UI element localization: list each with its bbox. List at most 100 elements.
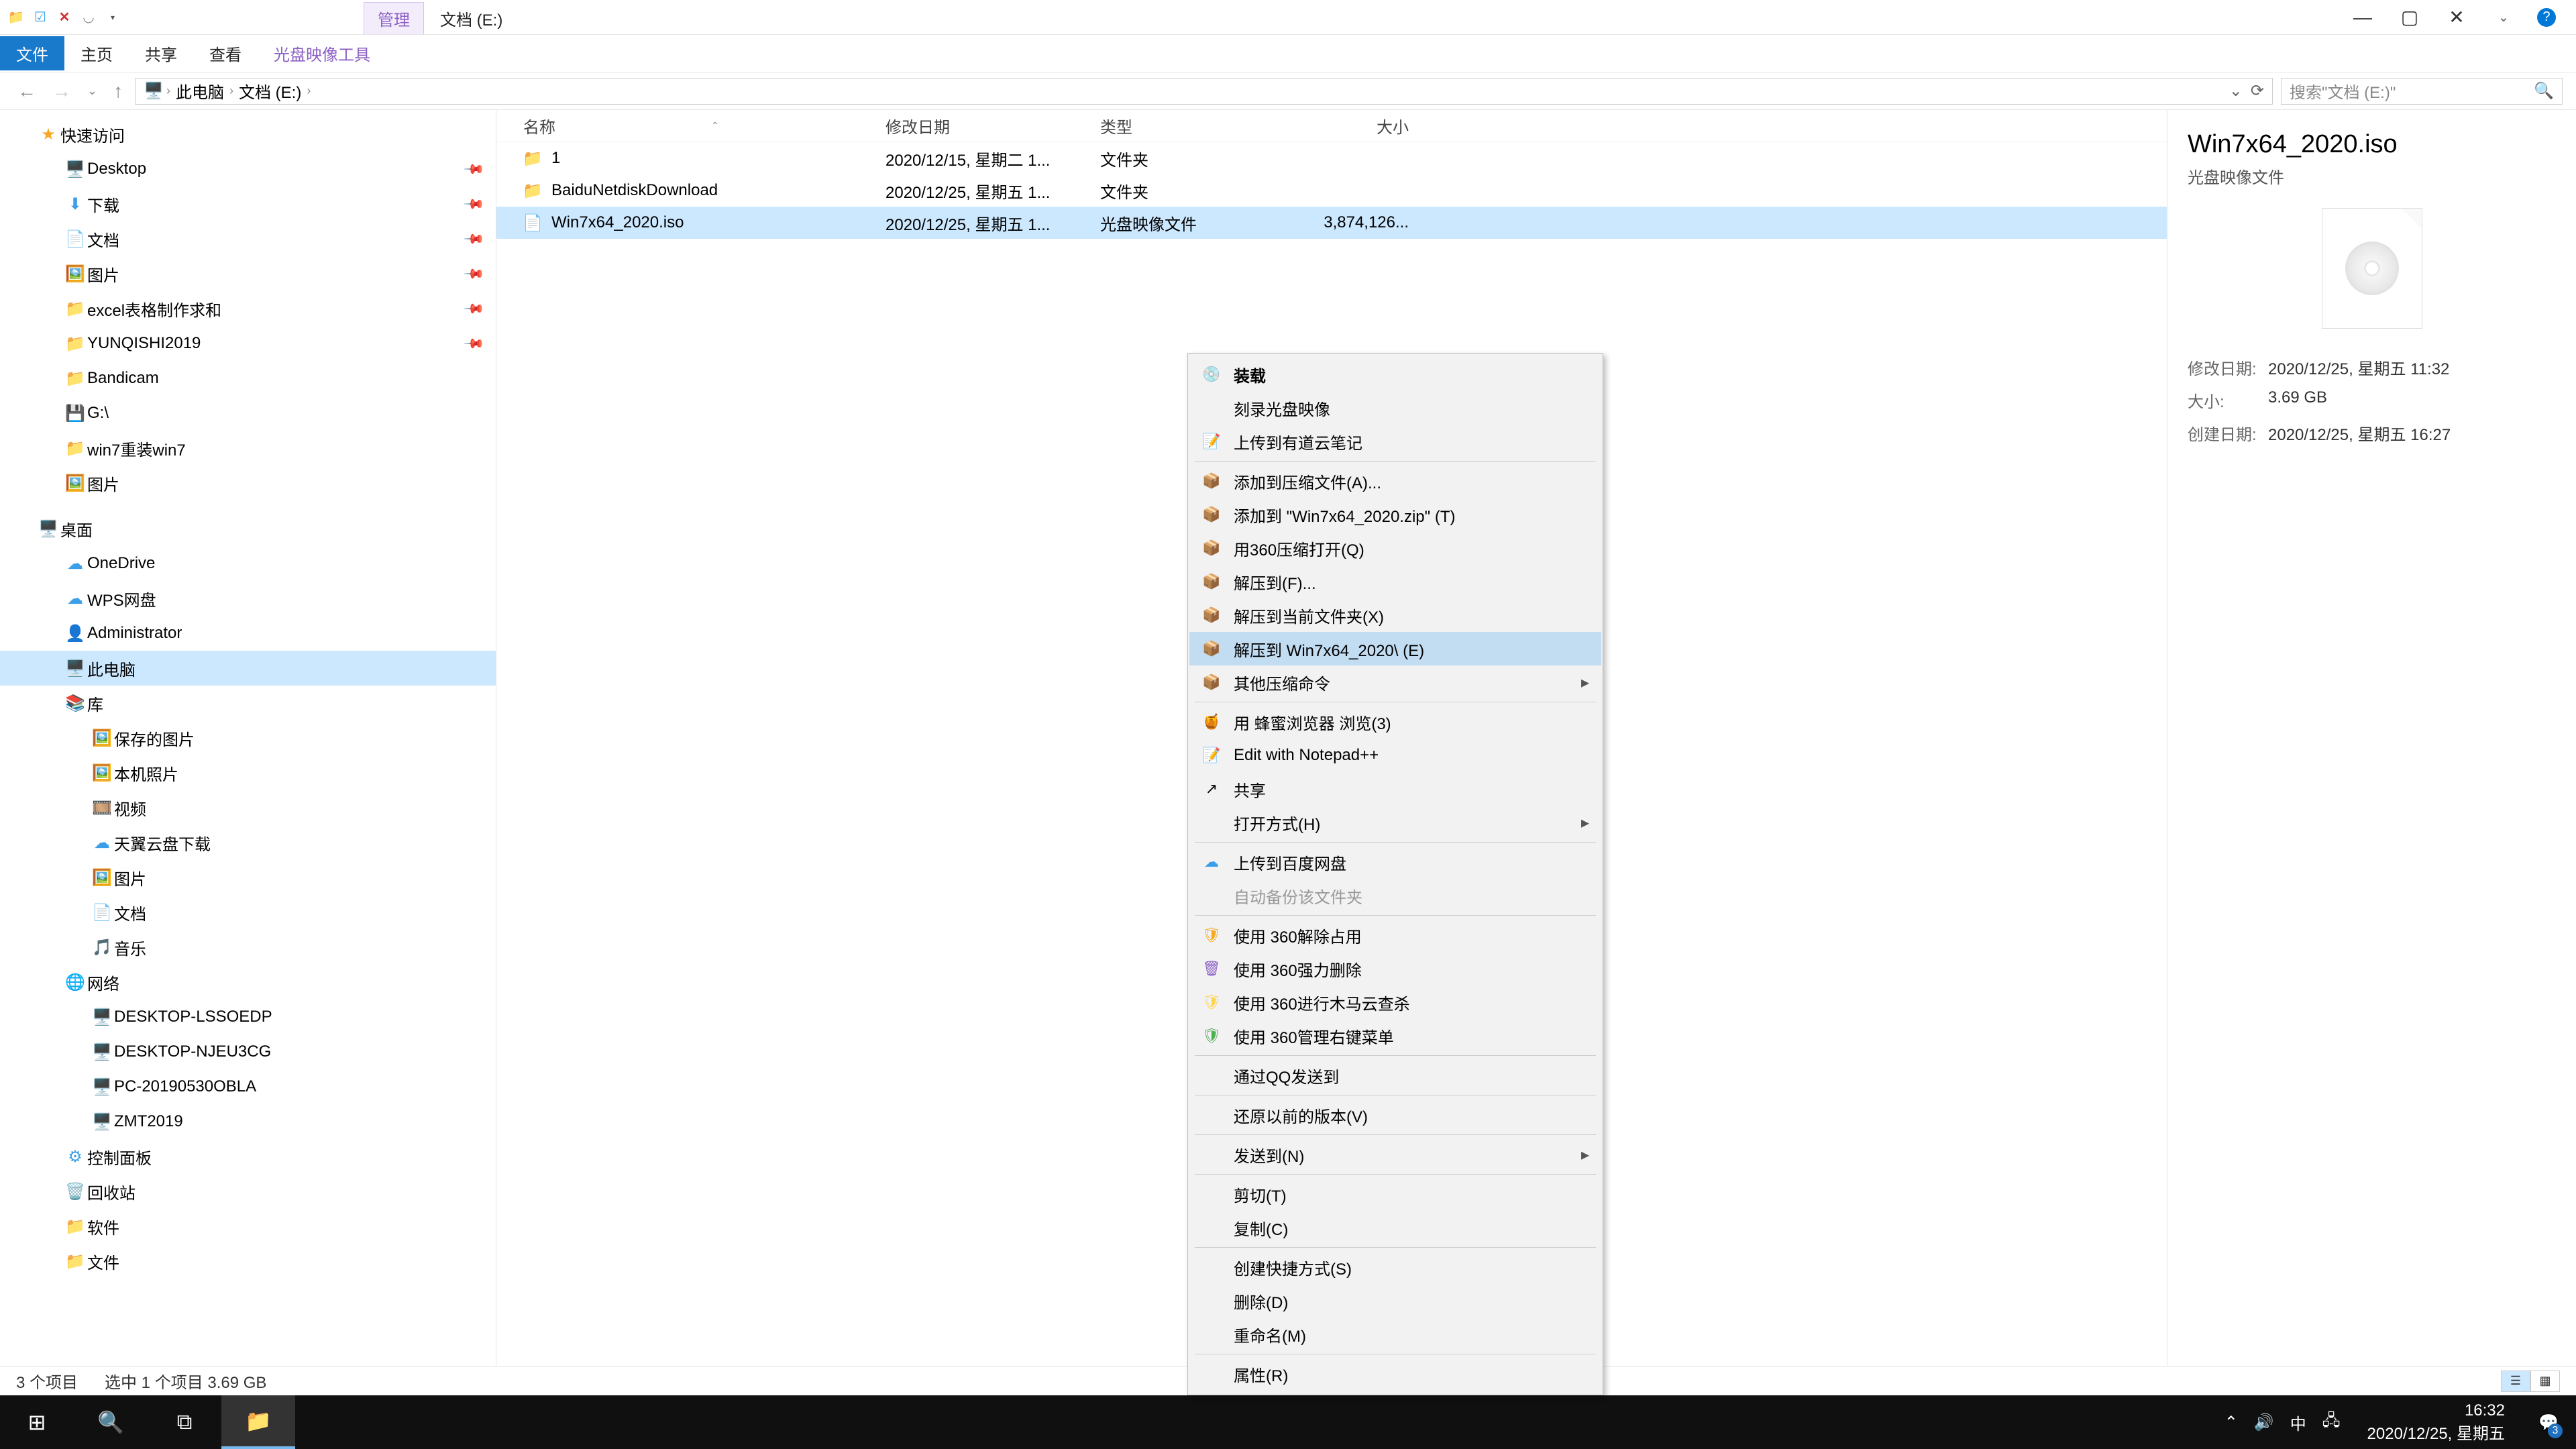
clock[interactable]: 16:32 2020/12/25, 星期五	[2357, 1401, 2516, 1444]
back-button[interactable]: ←	[13, 80, 40, 102]
context-menu-item[interactable]: 🍯用 蜂蜜浏览器 浏览(3)	[1189, 705, 1601, 739]
up-button[interactable]: ↑	[109, 80, 127, 102]
context-menu-item[interactable]: 复制(C)	[1189, 1211, 1601, 1244]
tree-item[interactable]: 🖥️DESKTOP-LSSOEDP	[0, 1000, 496, 1034]
tree-item[interactable]: 📁Bandicam	[0, 361, 496, 396]
start-button[interactable]: ⊞	[0, 1395, 74, 1449]
tray-chevron-icon[interactable]: ⌃	[2224, 1413, 2238, 1432]
volume-icon[interactable]: 🔊	[2254, 1413, 2274, 1432]
navigation-tree[interactable]: ★ 快速访问 🖥️Desktop📌⬇下载📌📄文档📌🖼️图片📌📁excel表格制作…	[0, 110, 496, 1366]
file-tab[interactable]: 文件	[0, 36, 64, 70]
context-menu-item[interactable]: 💿装载	[1189, 358, 1601, 391]
tree-item[interactable]: 📁win7重装win7	[0, 431, 496, 466]
share-tab[interactable]: 共享	[129, 36, 193, 70]
search-icon[interactable]: 🔍	[2534, 81, 2554, 101]
context-menu-item[interactable]: 通过QQ发送到	[1189, 1059, 1601, 1092]
file-row[interactable]: 📄Win7x64_2020.iso2020/12/25, 星期五 1...光盘映…	[496, 207, 2167, 239]
manage-tab[interactable]: 管理	[364, 2, 424, 34]
context-menu-item[interactable]: 📦解压到当前文件夹(X)	[1189, 598, 1601, 632]
tree-item[interactable]: 🖥️此电脑	[0, 651, 496, 686]
tree-item[interactable]: 🎞️视频	[0, 790, 496, 825]
maximize-button[interactable]: ▢	[2396, 6, 2423, 28]
tree-item[interactable]: ☁WPS网盘	[0, 581, 496, 616]
file-list[interactable]: 名称 ⌃ 修改日期 类型 大小 📁12020/12/15, 星期二 1...文件…	[496, 110, 2167, 1366]
context-menu-item[interactable]: 剪切(T)	[1189, 1177, 1601, 1211]
close-red-icon[interactable]: ✕	[55, 8, 74, 27]
ribbon-toggle-icon[interactable]: ⌄	[2490, 9, 2517, 25]
context-menu-item[interactable]: 还原以前的版本(V)	[1189, 1098, 1601, 1132]
tree-item[interactable]: 📁excel表格制作求和📌	[0, 291, 496, 326]
context-menu-item[interactable]: 📦解压到 Win7x64_2020\ (E)	[1189, 632, 1601, 665]
chevron-icon[interactable]: ›	[166, 84, 170, 98]
address-path[interactable]: 🖥️ › 此电脑 › 文档 (E:) › ⌄ ⟳	[135, 78, 2273, 105]
breadcrumb-drive[interactable]: 文档 (E:)	[236, 79, 304, 103]
tree-item[interactable]: 🖥️Desktop📌	[0, 152, 496, 186]
column-size[interactable]: 大小	[1288, 114, 1422, 138]
tree-item[interactable]: 📁软件	[0, 1209, 496, 1244]
context-menu-item[interactable]: 📝Edit with Notepad++	[1189, 739, 1601, 772]
desktop-node[interactable]: 🖥️ 桌面	[0, 511, 496, 546]
context-menu-item[interactable]: 🗑使用 360强力删除	[1189, 952, 1601, 985]
details-view-button[interactable]: ☰	[2501, 1371, 2530, 1392]
qat-chevron-icon[interactable]: ▾	[103, 8, 122, 27]
network-node[interactable]: 🌐 网络	[0, 965, 496, 1000]
tree-item[interactable]: 🎵音乐	[0, 930, 496, 965]
tree-item[interactable]: 🖥️ZMT2019	[0, 1104, 496, 1139]
context-menu-item[interactable]: 🛡使用 360解除占用	[1189, 918, 1601, 952]
file-row[interactable]: 📁BaiduNetdiskDownload2020/12/25, 星期五 1..…	[496, 174, 2167, 207]
tree-item[interactable]: 💾G:\	[0, 396, 496, 431]
tree-item[interactable]: 📄文档📌	[0, 221, 496, 256]
tree-item[interactable]: 🖼️图片	[0, 466, 496, 500]
column-name[interactable]: 名称 ⌃	[496, 114, 885, 138]
context-menu-item[interactable]: 📦添加到 "Win7x64_2020.zip" (T)	[1189, 498, 1601, 531]
tree-item[interactable]: 🖼️图片📌	[0, 256, 496, 291]
context-menu[interactable]: 💿装载刻录光盘映像📝上传到有道云笔记📦添加到压缩文件(A)...📦添加到 "Wi…	[1187, 353, 1603, 1395]
chevron-icon[interactable]: ›	[307, 84, 311, 98]
context-menu-item[interactable]: 属性(R)	[1189, 1357, 1601, 1391]
tree-item[interactable]: ☁OneDrive	[0, 546, 496, 581]
tree-item[interactable]: 👤Administrator	[0, 616, 496, 651]
checkbox-icon[interactable]: ☑	[31, 8, 50, 27]
home-tab[interactable]: 主页	[64, 36, 129, 70]
context-menu-item[interactable]: 删除(D)	[1189, 1284, 1601, 1318]
context-menu-item[interactable]: 刻录光盘映像	[1189, 391, 1601, 425]
tree-item[interactable]: ☁天翼云盘下载	[0, 825, 496, 860]
chevron-icon[interactable]: ›	[229, 84, 233, 98]
tree-item[interactable]: 📄文档	[0, 895, 496, 930]
context-menu-item[interactable]: 📝上传到有道云笔记	[1189, 425, 1601, 458]
tree-item[interactable]: ⚙控制面板	[0, 1139, 496, 1174]
context-menu-item[interactable]: ☁上传到百度网盘	[1189, 845, 1601, 879]
column-date[interactable]: 修改日期	[885, 114, 1100, 138]
tree-item[interactable]: 🗑️回收站	[0, 1174, 496, 1209]
minimize-button[interactable]: —	[2349, 7, 2376, 28]
context-menu-item[interactable]: 创建快捷方式(S)	[1189, 1250, 1601, 1284]
help-button[interactable]: ?	[2537, 8, 2556, 27]
refresh-button[interactable]: ⟳	[2251, 81, 2264, 101]
context-menu-item[interactable]: 发送到(N)▸	[1189, 1138, 1601, 1171]
forward-button[interactable]: →	[48, 80, 75, 102]
tree-item[interactable]: 📚库	[0, 686, 496, 720]
quick-access-node[interactable]: ★ 快速访问	[0, 117, 496, 152]
tree-item[interactable]: 🖼️保存的图片	[0, 720, 496, 755]
tree-item[interactable]: 🖼️图片	[0, 860, 496, 895]
context-menu-item[interactable]: 🛡使用 360管理右键菜单	[1189, 1019, 1601, 1053]
history-dropdown-icon[interactable]: ⌄	[2229, 81, 2243, 101]
tree-item[interactable]: 📁文件	[0, 1244, 496, 1279]
task-view-button[interactable]: ⧉	[148, 1395, 221, 1449]
context-menu-item[interactable]: ↗共享	[1189, 772, 1601, 806]
icons-view-button[interactable]: ▦	[2530, 1371, 2560, 1392]
column-type[interactable]: 类型	[1100, 114, 1288, 138]
tree-item[interactable]: 🖥️PC-20190530OBLA	[0, 1069, 496, 1104]
search-input[interactable]: 搜索"文档 (E:)" 🔍	[2281, 78, 2563, 105]
tree-item[interactable]: 📁YUNQISHI2019📌	[0, 326, 496, 361]
dropdown-icon[interactable]: ◡	[79, 8, 98, 27]
ime-indicator[interactable]: 中	[2290, 1411, 2306, 1434]
close-button[interactable]: ✕	[2443, 6, 2470, 28]
file-row[interactable]: 📁12020/12/15, 星期二 1...文件夹	[496, 142, 2167, 174]
notification-button[interactable]: 💬 3	[2532, 1402, 2565, 1442]
explorer-taskbar-button[interactable]: 📁	[221, 1395, 295, 1449]
context-menu-item[interactable]: 重命名(M)	[1189, 1318, 1601, 1351]
tree-item[interactable]: 🖼️本机照片	[0, 755, 496, 790]
context-menu-item[interactable]: 📦解压到(F)...	[1189, 565, 1601, 598]
recent-dropdown[interactable]: ⌄	[83, 84, 101, 98]
